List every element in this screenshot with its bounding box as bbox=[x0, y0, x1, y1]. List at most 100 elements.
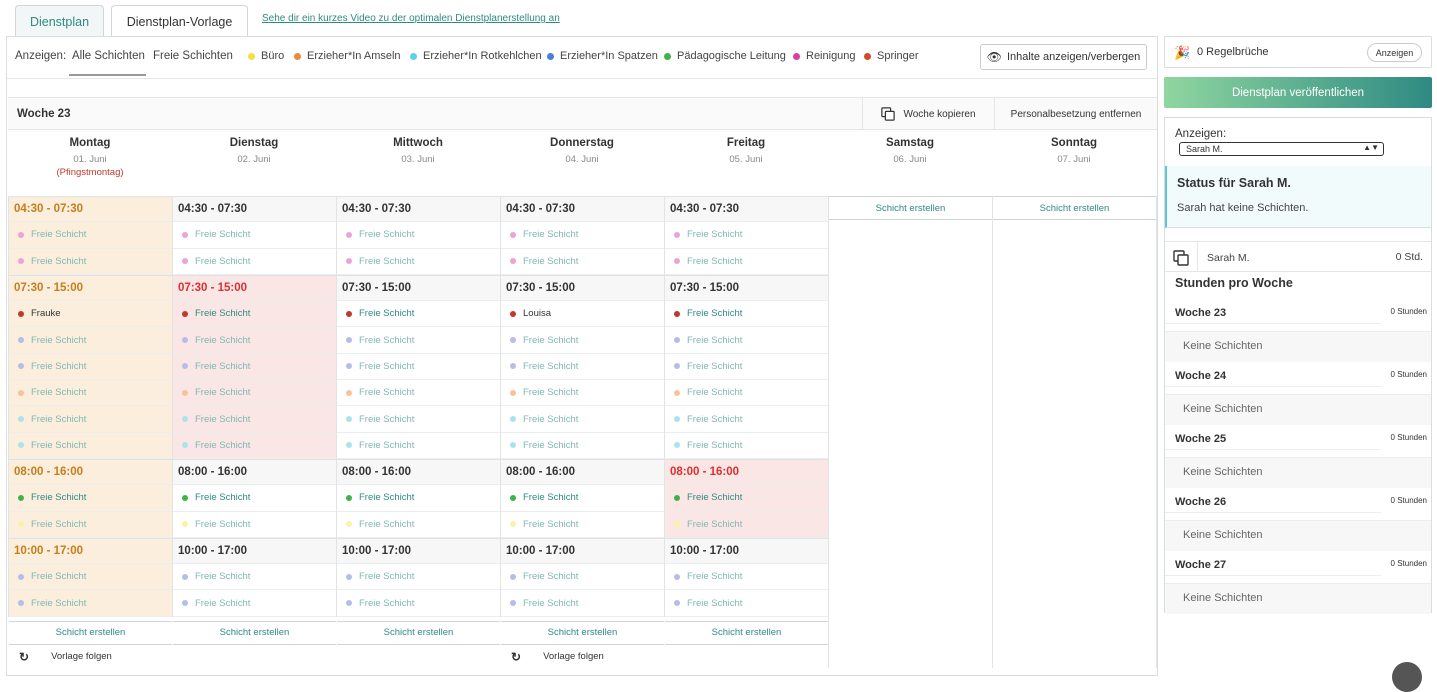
week-name: Woche 27 bbox=[1175, 559, 1227, 571]
shift-slot[interactable]: Freie Schicht bbox=[173, 432, 336, 459]
shift-slot[interactable]: Freie Schicht bbox=[665, 564, 828, 591]
shift-slot[interactable]: Freie Schicht bbox=[665, 249, 828, 275]
shift-slot[interactable]: Freie Schicht bbox=[665, 327, 828, 354]
shift-slot[interactable]: Freie Schicht bbox=[665, 354, 828, 381]
shift-slot[interactable]: Freie Schicht bbox=[9, 222, 172, 249]
shift-slot[interactable]: Freie Schicht bbox=[9, 432, 172, 459]
shift-slot[interactable]: Freie Schicht bbox=[501, 406, 664, 433]
refresh-icon: ↻ bbox=[19, 649, 30, 664]
create-shift-button[interactable]: Schicht erstellen bbox=[501, 620, 664, 645]
shift-slot[interactable]: Freie Schicht bbox=[173, 353, 336, 381]
shift-time-header: 10:00 - 17:00 bbox=[665, 537, 828, 565]
shift-slot[interactable]: Freie Schicht bbox=[337, 380, 500, 407]
shift-slot[interactable]: Freie Schicht bbox=[337, 222, 500, 249]
remove-staffing-button[interactable]: Personalbesetzung entfernen bbox=[994, 98, 1157, 130]
free-shift-label: Freie Schicht bbox=[523, 360, 579, 372]
video-help-link[interactable]: Sehe dir ein kurzes Video zu der optimal… bbox=[262, 13, 560, 24]
copy-week-button[interactable]: Woche kopieren bbox=[862, 98, 994, 130]
shift-slot[interactable]: Freie Schicht bbox=[501, 433, 664, 459]
shift-slot[interactable]: Freie Schicht bbox=[501, 590, 664, 617]
shift-slot[interactable]: Freie Schicht bbox=[665, 433, 828, 459]
publish-schedule-button[interactable]: Dienstplan veröffentlichen bbox=[1164, 77, 1432, 108]
shift-slot[interactable]: Freie Schicht bbox=[173, 512, 336, 538]
follow-template-button[interactable]: ↻ Vorlage folgen bbox=[501, 645, 664, 669]
shift-slot[interactable]: Freie Schicht bbox=[337, 564, 500, 591]
shift-slot[interactable]: Freie Schicht bbox=[337, 249, 500, 275]
create-shift-button[interactable]: Schicht erstellen bbox=[829, 196, 992, 220]
show-rule-violations-button[interactable]: Anzeigen bbox=[1367, 43, 1422, 62]
shift-slot[interactable]: Freie Schicht bbox=[501, 564, 664, 591]
shift-slot[interactable]: Freie Schicht bbox=[501, 249, 664, 275]
create-shift-button[interactable]: Schicht erstellen bbox=[9, 620, 172, 645]
shift-slot[interactable]: Freie Schicht bbox=[173, 380, 336, 407]
shift-slot[interactable]: Freie Schicht bbox=[665, 406, 828, 433]
free-shift-label: Freie Schicht bbox=[31, 334, 87, 346]
shift-slot[interactable]: Freie Schicht bbox=[337, 406, 500, 433]
free-shift-label: Freie Schicht bbox=[195, 518, 251, 530]
filter-free-shifts[interactable]: Freie Schichten bbox=[153, 50, 233, 62]
shift-slot[interactable]: Freie Schicht bbox=[9, 564, 172, 591]
shift-slot[interactable]: Freie Schicht bbox=[665, 511, 828, 538]
shift-slot[interactable]: Freie Schicht bbox=[501, 512, 664, 538]
shift-slot[interactable]: Freie Schicht bbox=[337, 512, 500, 538]
shift-slot[interactable]: Freie Schicht bbox=[337, 590, 500, 617]
shift-slot[interactable]: Freie Schicht bbox=[665, 380, 828, 407]
filter-all-shifts[interactable]: Alle Schichten bbox=[72, 50, 145, 62]
shift-slot[interactable]: Freie Schicht bbox=[173, 249, 336, 275]
copy-icon[interactable] bbox=[1173, 250, 1189, 266]
shift-slot[interactable]: Freie Schicht bbox=[337, 327, 500, 354]
create-shift-button[interactable]: Schicht erstellen bbox=[173, 620, 336, 645]
legend-dot bbox=[864, 52, 871, 60]
shift-slot[interactable]: Freie Schicht bbox=[501, 327, 664, 354]
shift-time-header: 04:30 - 07:30 bbox=[337, 196, 500, 223]
day-column: 04:30 - 07:30 Freie Schicht Freie Schicht 0… bbox=[500, 196, 664, 664]
shift-slot[interactable]: Freie Schicht bbox=[665, 222, 828, 249]
create-shift-button[interactable]: Schicht erstellen bbox=[993, 196, 1156, 220]
shift-slot[interactable]: Freie Schicht bbox=[9, 511, 172, 538]
shift-slot[interactable]: Freie Schicht bbox=[9, 590, 172, 617]
role-dot bbox=[510, 231, 516, 238]
shift-slot[interactable]: Freie Schicht bbox=[9, 248, 172, 275]
shift-slot[interactable]: Freie Schicht bbox=[337, 301, 500, 328]
shift-slot[interactable]: Frauke bbox=[9, 301, 172, 328]
create-shift-button[interactable]: Schicht erstellen bbox=[337, 620, 500, 645]
shift-slot[interactable]: Freie Schicht bbox=[9, 327, 172, 354]
shift-slot[interactable]: Freie Schicht bbox=[337, 485, 500, 512]
role-dot bbox=[182, 442, 188, 449]
shift-slot[interactable]: Freie Schicht bbox=[501, 380, 664, 407]
shift-slot[interactable]: Freie Schicht bbox=[501, 354, 664, 381]
assigned-employee: Frauke bbox=[31, 308, 61, 320]
tab-dienstplan[interactable]: Dienstplan bbox=[15, 5, 104, 37]
tab-dienstplan-vorlage[interactable]: Dienstplan-Vorlage bbox=[111, 5, 248, 37]
shift-slot[interactable]: Freie Schicht bbox=[9, 380, 172, 407]
legend-dot bbox=[793, 52, 800, 60]
shift-slot[interactable]: Freie Schicht bbox=[665, 485, 828, 512]
shift-slot[interactable]: Freie Schicht bbox=[173, 301, 336, 328]
toggle-content-button[interactable]: 👁 Inhalte anzeigen/verbergen bbox=[980, 44, 1147, 70]
floating-action-button[interactable] bbox=[1392, 662, 1422, 692]
shift-slot[interactable]: Freie Schicht bbox=[501, 222, 664, 249]
shift-slot[interactable]: Freie Schicht bbox=[337, 354, 500, 381]
shift-slot[interactable]: Freie Schicht bbox=[501, 485, 664, 512]
shift-slot[interactable]: Freie Schicht bbox=[173, 222, 336, 249]
shift-slot[interactable]: Freie Schicht bbox=[665, 590, 828, 617]
role-dot bbox=[346, 310, 352, 317]
shift-slot[interactable]: Freie Schicht bbox=[173, 327, 336, 354]
staff-select[interactable]: Sarah M. ▲▼ bbox=[1179, 142, 1384, 156]
shift-slot[interactable]: Freie Schicht bbox=[337, 433, 500, 459]
shift-slot[interactable]: Freie Schicht bbox=[9, 485, 172, 512]
shift-slot[interactable]: Freie Schicht bbox=[173, 590, 336, 617]
create-shift-button[interactable]: Schicht erstellen bbox=[665, 620, 828, 645]
role-dot bbox=[510, 442, 516, 449]
shift-slot[interactable]: Louisa bbox=[501, 301, 664, 328]
shift-slot[interactable]: Freie Schicht bbox=[9, 353, 172, 381]
day-name: Freitag bbox=[726, 137, 766, 149]
follow-template-button[interactable]: ↻ Vorlage folgen bbox=[9, 645, 172, 669]
active-filter-underline bbox=[69, 74, 146, 76]
shift-slot[interactable]: Freie Schicht bbox=[665, 301, 828, 328]
shift-slot[interactable]: Freie Schicht bbox=[9, 406, 172, 433]
shift-slot[interactable]: Freie Schicht bbox=[173, 485, 336, 512]
shift-slot[interactable]: Freie Schicht bbox=[173, 564, 336, 591]
shift-slot[interactable]: Freie Schicht bbox=[173, 406, 336, 433]
role-dot bbox=[18, 521, 24, 528]
